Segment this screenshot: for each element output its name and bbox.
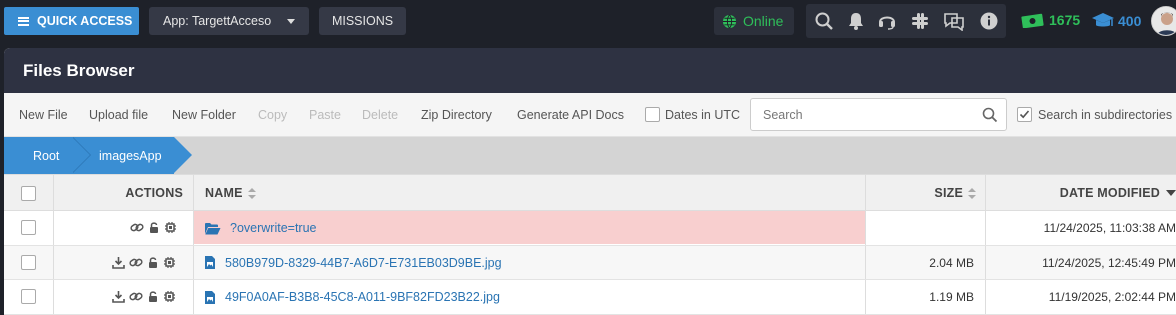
breadcrumb-imagesapp-label: imagesApp [99,148,162,163]
lock-icon[interactable] [147,290,159,303]
chip-icon[interactable] [164,221,177,234]
actions-column-label: ACTIONS [125,186,183,200]
online-status-badge[interactable]: Online [714,7,794,35]
date-modified-column-header[interactable]: DATE MODIFIED [986,175,1176,211]
breadcrumb: imagesApp Root [4,137,1176,174]
sort-descending-icon [1166,190,1176,196]
link-icon[interactable] [129,290,143,303]
file-name-link[interactable]: 580B979D-8329-44B7-A6D7-E731EB03D9BE.jpg [225,256,502,270]
app-selector-dropdown[interactable]: App: TargettAcceso [149,7,309,35]
link-icon[interactable] [129,256,143,269]
date-modified-cell: 11/24/2025, 12:45:49 PM [1042,255,1176,270]
image-file-icon [205,290,215,304]
quick-access-label: QUICK ACCESS [37,14,133,28]
download-icon[interactable] [112,256,125,269]
globe-icon [722,14,737,28]
file-name-cell[interactable]: 49F0A0AF-B3B8-45C8-A011-9BF82FD23B22.jpg [204,280,500,314]
dates-in-utc-label: Dates in UTC [665,108,741,122]
file-size-cell: 1.19 MB [929,290,974,304]
breadcrumb-root[interactable]: Root [4,137,90,174]
search-icon[interactable] [982,107,998,123]
search-subdirectories-label: Search in subdirectories [1038,108,1173,122]
file-name-cell[interactable]: ?overwrite=true [204,211,317,245]
copy-button[interactable]: Copy [258,108,287,122]
user-photo-icon [1152,7,1176,35]
table-header: ACTIONS NAME SIZE DATE MODIFIED [4,174,1176,211]
download-icon[interactable] [112,290,125,303]
name-column-header[interactable]: NAME [205,175,256,211]
graduation-count: 400 [1118,13,1142,29]
upload-file-button[interactable]: Upload file [89,108,148,122]
file-name-cell[interactable]: 580B979D-8329-44B7-A6D7-E731EB03D9BE.jpg [204,246,502,280]
search-subdirectories-checkbox[interactable] [1017,107,1032,122]
panel-header: Files Browser [4,48,1176,93]
row-actions [112,290,176,303]
missions-label: MISSIONS [331,14,394,28]
chip-icon[interactable] [163,256,176,269]
lock-icon[interactable] [147,256,159,269]
avatar[interactable] [1151,6,1176,36]
date-modified-cell: 11/24/2025, 11:03:38 AM [1043,221,1176,235]
paste-button[interactable]: Paste [309,108,341,122]
graduation-stat[interactable]: 400 [1091,12,1141,30]
dates-in-utc-checkbox[interactable] [645,107,660,122]
caret-down-icon [287,19,295,24]
folder-open-icon [205,222,221,234]
missions-button[interactable]: MISSIONS [319,7,406,35]
delete-button[interactable]: Delete [362,108,398,122]
search-icon[interactable] [814,11,834,31]
file-name-link[interactable]: ?overwrite=true [230,221,317,235]
search-field [750,98,1007,131]
money-count: 1675 [1049,12,1081,28]
quick-access-button[interactable]: QUICK ACCESS [4,7,139,35]
size-column-header[interactable]: SIZE [866,175,976,211]
link-icon[interactable] [130,221,144,234]
file-size-cell [866,211,974,245]
page-title: Files Browser [23,60,135,80]
generate-api-docs-button[interactable]: Generate API Docs [517,108,624,122]
select-all-checkbox[interactable] [21,186,36,201]
slack-icon[interactable] [910,11,930,31]
top-navigation-bar: QUICK ACCESS App: TargettAcceso MISSIONS… [0,0,1176,42]
row-checkbox[interactable] [21,254,36,270]
new-folder-button[interactable]: New Folder [172,108,236,122]
online-status-label: Online [743,13,784,29]
files-browser-panel: Files Browser New File Upload file New F… [4,48,1176,315]
new-file-button[interactable]: New File [19,108,68,122]
menu-icon [18,16,29,26]
file-toolbar: New File Upload file New Folder Copy Pas… [4,93,1176,137]
search-input[interactable] [751,99,971,130]
checkmark-icon [1019,110,1030,119]
graduation-cap-icon [1092,13,1114,27]
sort-icon [247,187,256,199]
money-icon [1021,13,1044,28]
row-checkbox[interactable] [21,289,36,304]
lock-icon[interactable] [148,221,160,234]
sort-icon [968,187,976,199]
chat-icon[interactable] [942,11,966,31]
bell-icon[interactable] [846,11,866,31]
actions-column-header: ACTIONS [54,175,183,211]
file-name-link[interactable]: 49F0A0AF-B3B8-45C8-A011-9BF82FD23B22.jpg [225,290,500,304]
date-modified-cell: 11/19/2025, 2:02:44 PM [1048,290,1176,304]
size-column-label: SIZE [934,186,963,200]
header-icon-group [806,4,1006,38]
money-stat[interactable]: 1675 [1021,12,1080,28]
row-actions [130,221,177,234]
breadcrumb-root-label: Root [33,148,60,163]
headset-icon[interactable] [877,11,897,31]
name-column-label: NAME [205,186,243,200]
file-size-cell: 2.04 MB [929,255,974,270]
table-row[interactable]: 580B979D-8329-44B7-A6D7-E731EB03D9BE.jpg… [4,245,1176,280]
row-checkbox[interactable] [21,220,36,235]
table-row[interactable]: 49F0A0AF-B3B8-45C8-A011-9BF82FD23B22.jpg… [4,280,1176,315]
zip-directory-button[interactable]: Zip Directory [421,108,492,122]
table-row[interactable]: ?overwrite=true 11/24/2025, 11:03:38 AM [4,211,1176,246]
app-selector-label: App: TargettAcceso [163,14,272,28]
date-modified-column-label: DATE MODIFIED [1059,186,1160,200]
image-file-icon [205,256,215,269]
chip-icon[interactable] [163,290,176,303]
info-icon[interactable] [979,11,999,31]
row-actions [112,256,176,269]
